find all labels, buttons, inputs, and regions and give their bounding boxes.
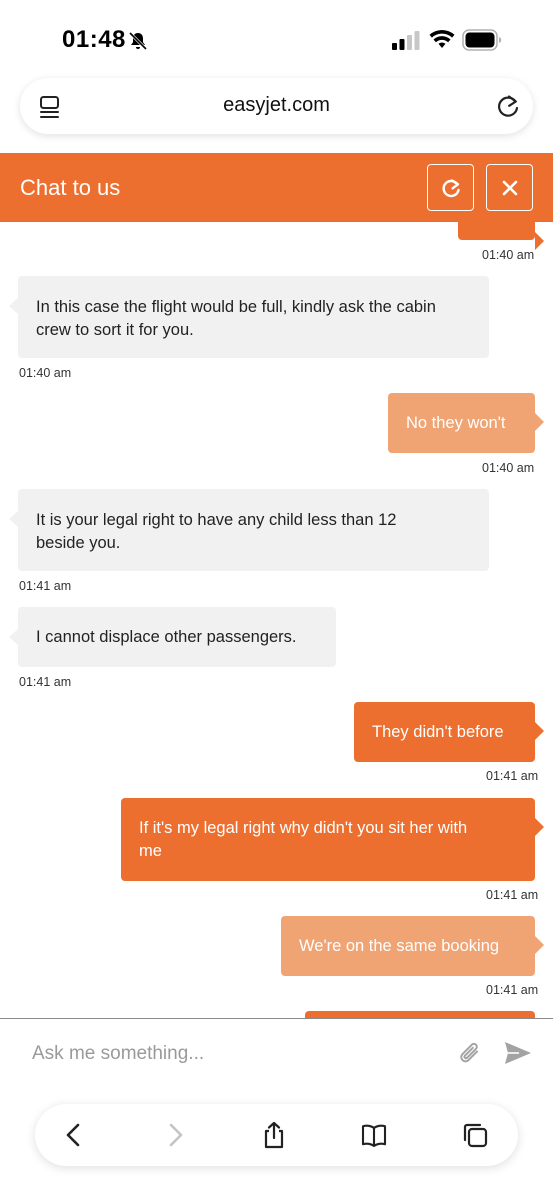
message-time: 01:41 am (19, 675, 72, 689)
chat-header: Chat to us (0, 153, 553, 222)
url-text[interactable]: easyjet.com (20, 94, 533, 117)
message-line: I cannot displace other passengers. (36, 628, 297, 646)
status-bar: 01:48 (0, 0, 553, 78)
battery-icon (462, 29, 502, 51)
chat-input-bar (0, 1018, 553, 1086)
message-time: 01:41 am (486, 888, 539, 902)
chat-message-user: If it's my legal right why didn't you si… (121, 798, 544, 881)
message-line: No they won't (406, 414, 506, 432)
message-time: 01:41 am (486, 983, 539, 997)
signal-icon (392, 31, 420, 50)
chat-message-user: They didn't before (354, 702, 544, 762)
close-icon (502, 180, 518, 196)
tabs-overview-icon[interactable] (461, 1121, 489, 1149)
reload-icon[interactable] (495, 92, 521, 120)
message-time: 01:41 am (486, 769, 539, 783)
message-time: 01:40 am (482, 248, 535, 262)
message-time: 01:40 am (19, 366, 72, 380)
bell-off-icon (128, 31, 148, 51)
browser-toolbar (35, 1104, 518, 1166)
message-time: 01:40 am (482, 461, 535, 475)
message-line: We're on the same booking (299, 937, 500, 955)
message-line: crew to sort it for you. (36, 321, 194, 339)
chat-message-bot: I cannot displace other passengers. (9, 607, 336, 667)
status-time: 01:48 (62, 26, 126, 53)
url-bar[interactable]: easyjet.com (20, 78, 533, 134)
refresh-chat-button[interactable] (427, 164, 474, 211)
chat-title: Chat to us (20, 175, 121, 200)
message-line: me (139, 842, 162, 860)
chat-message-user: No they won't (388, 393, 544, 453)
message-line: In this case the flight would be full, k… (36, 298, 436, 316)
chat-message-partial (305, 1011, 535, 1018)
chat-message-user: We're on the same booking (281, 916, 544, 976)
message-line: They didn't before (372, 723, 504, 741)
wifi-icon (429, 29, 455, 48)
message-line: beside you. (36, 534, 121, 552)
share-icon[interactable] (260, 1121, 288, 1149)
chat-messages[interactable]: 01:40 am In this case the flight would b… (0, 222, 553, 1018)
chat-input[interactable] (32, 1041, 432, 1067)
message-line: It is your legal right to have any child… (36, 511, 397, 529)
chat-message-bot: It is your legal right to have any child… (9, 489, 489, 571)
message-time: 01:41 am (19, 579, 72, 593)
attach-icon[interactable] (458, 1039, 484, 1067)
bookmarks-icon[interactable] (360, 1121, 388, 1149)
forward-icon[interactable] (161, 1121, 189, 1149)
back-icon[interactable] (60, 1121, 88, 1149)
refresh-icon (442, 179, 460, 198)
send-icon[interactable] (503, 1039, 533, 1067)
message-line: If it's my legal right why didn't you si… (139, 819, 468, 837)
chat-message-partial (458, 222, 544, 250)
close-chat-button[interactable] (486, 164, 533, 211)
chat-message-bot: In this case the flight would be full, k… (9, 276, 489, 358)
